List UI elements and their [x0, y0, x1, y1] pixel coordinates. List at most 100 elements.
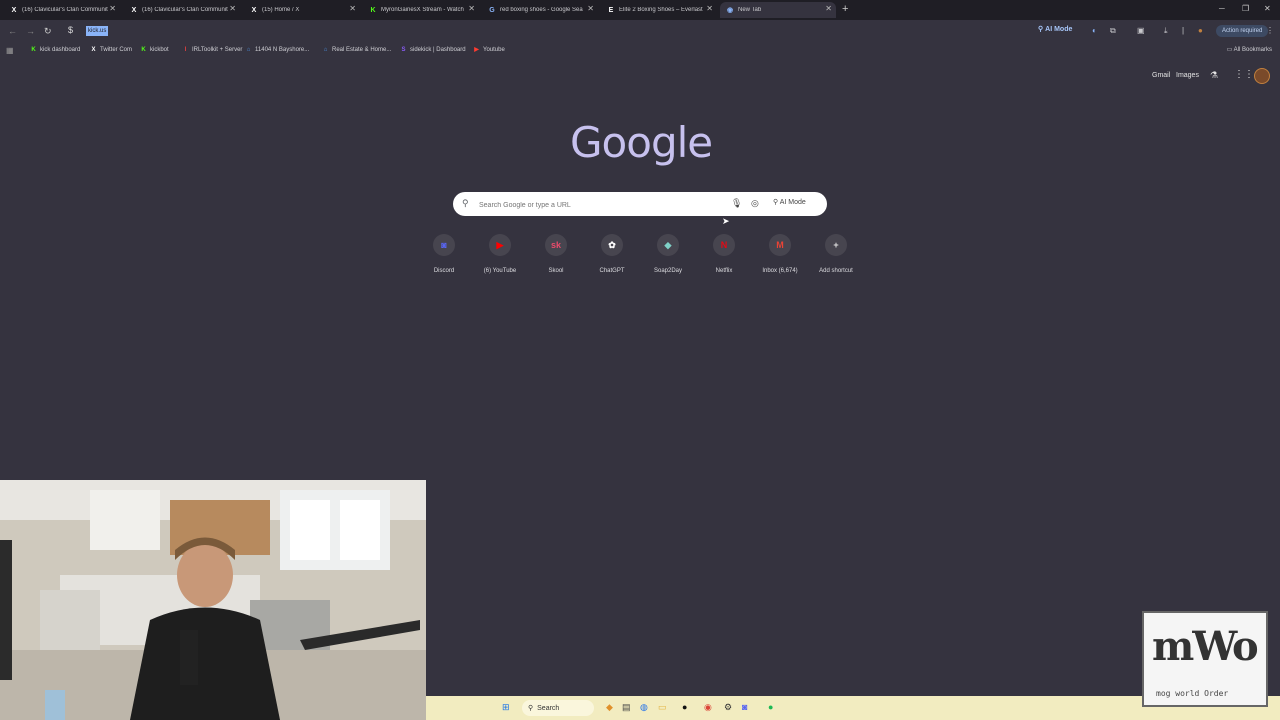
ai-mode-toolbar-label: AI Mode [1045, 25, 1073, 33]
shortcut-tile[interactable]: + Add shortcut [808, 234, 864, 274]
shortcut-icon: sk [545, 234, 567, 256]
widgets-icon[interactable]: ◆ [606, 702, 613, 713]
tab-title: (15) Home / X [262, 7, 300, 13]
labs-flask-icon[interactable]: ⚗ [1210, 70, 1218, 81]
ai-sparkle-icon: ⚲ [773, 199, 779, 206]
download-icon[interactable]: ⤓ [1164, 26, 1168, 36]
profile-avatar-icon[interactable]: ● [1198, 26, 1203, 35]
bookmark-label: Real Estate & Home... [332, 46, 392, 53]
shortcut-tile[interactable]: M Inbox (6,674) [752, 234, 808, 274]
ai-mode-label: AI Mode [779, 199, 806, 206]
back-icon[interactable]: ← [8, 26, 17, 36]
bookmark-favicon-icon: ▶ [474, 47, 479, 53]
bookmark-item[interactable]: ⌂ 11404 N Bayshore... [245, 46, 310, 53]
menu-kebab-icon[interactable]: ⋮ [1266, 26, 1274, 35]
shortcut-icon: + [825, 234, 847, 256]
tab-title: (16) Clavicular's Clan Communit [22, 7, 108, 13]
bookmark-item[interactable]: X Twitter Com [90, 46, 132, 53]
shortcut-tile[interactable]: ◆ Soap2Day [640, 234, 696, 274]
close-tab-icon[interactable]: ✕ [468, 4, 475, 13]
maximize-icon[interactable]: ❐ [1242, 4, 1249, 13]
ai-search-icon: ⚲ [1038, 26, 1044, 33]
extensions-icon[interactable]: ⧉ [1110, 26, 1116, 36]
bookmark-item[interactable]: Kkick dashboard [30, 46, 80, 53]
new-tab-button[interactable]: + [842, 3, 848, 15]
gemini-icon[interactable]: ◐ [1092, 26, 1097, 35]
bookmark-favicon-icon: S [401, 46, 406, 53]
edge-icon[interactable]: ◍ [640, 702, 648, 713]
bookmark-item[interactable]: Ssidekick | Dashboard [400, 46, 466, 53]
forward-icon[interactable]: → [26, 26, 35, 36]
close-tab-icon[interactable]: ✕ [349, 4, 356, 13]
close-tab-icon[interactable]: ✕ [825, 4, 832, 13]
action-required-button[interactable]: Action required [1216, 25, 1269, 37]
ai-mode-search-button[interactable]: ⚲ AI Mode [773, 198, 806, 206]
close-tab-icon[interactable]: ✕ [706, 4, 713, 13]
overlay-logo-caption: mog world Order [1156, 689, 1229, 698]
shortcut-tile[interactable]: sk Skool [528, 234, 584, 274]
images-link[interactable]: Images [1176, 72, 1199, 79]
task-view-icon[interactable]: ▤ [622, 702, 631, 713]
close-tab-icon[interactable]: ✕ [229, 4, 236, 13]
mouse-cursor-icon: ➤ [722, 216, 730, 226]
google-apps-icon[interactable]: ⋮⋮ [1234, 69, 1254, 80]
tab-2[interactable]: X (15) Home / X ✕ [244, 2, 360, 18]
browser-toolbar: ← → ↻ $ kick.us ⚲ AI Mode ◐ ⧉ ▣ ⤓ | ● Ac… [0, 20, 1280, 42]
bookmark-item[interactable]: ▶ Youtube [473, 46, 505, 54]
shortcut-icon: ▶ [489, 234, 511, 256]
side-panel-icon[interactable]: ▣ [1137, 26, 1145, 35]
stream-overlay-logo: mWo mog world Order [1142, 611, 1268, 707]
close-window-icon[interactable]: ✕ [1264, 4, 1271, 13]
webcam-scene-image [0, 480, 426, 720]
apps-grid-icon[interactable]: ▦ [6, 46, 14, 55]
taskbar-chrome-icon[interactable]: ◉ [704, 702, 712, 713]
bookmark-item[interactable]: Kkickbot [140, 46, 168, 53]
bookmark-item[interactable]: ⌂ Real Estate & Home... [322, 46, 392, 53]
settings-gear-icon[interactable]: ⚙ [724, 702, 732, 713]
all-bookmarks-button[interactable]: ▭ All Bookmarks [1227, 46, 1272, 53]
taskbar-search-icon: ⚲ [528, 705, 534, 712]
tab-title: Elite 2 Boxing Shoes – Everlast [619, 7, 703, 13]
shortcut-label: Add shortcut [819, 268, 853, 274]
bookmark-label: sidekick | Dashboard [410, 46, 466, 53]
file-explorer-icon[interactable]: ▭ [658, 702, 667, 713]
account-avatar[interactable] [1254, 68, 1270, 84]
minimize-icon[interactable]: ─ [1219, 4, 1225, 13]
shortcut-tile[interactable]: ◙ Discord [416, 234, 472, 274]
site-info-icon[interactable]: $ [68, 25, 73, 35]
tab-4[interactable]: Gred boxing shoes - Google Sea ✕ [482, 2, 598, 18]
overlay-logo-mark: mWo [1152, 623, 1259, 670]
tab-6[interactable]: ◉ New Tab ✕ [720, 2, 836, 18]
close-tab-icon[interactable]: ✕ [109, 4, 116, 13]
ai-mode-toolbar-button[interactable]: ⚲ AI Mode [1038, 25, 1073, 34]
windows-start-icon[interactable]: ⊞ [502, 702, 510, 713]
omnibox-selected-text[interactable]: kick.us [86, 26, 109, 36]
bookmark-favicon-icon: ⌂ [323, 46, 328, 53]
taskbar-search-label: Search [537, 704, 560, 712]
microphone-icon[interactable]: 🎙 [731, 198, 742, 209]
bookmark-favicon-icon: X [91, 46, 96, 53]
tab-1[interactable]: X (16) Clavicular's Clan Communit ✕ [124, 2, 240, 18]
tab-title: New Tab [738, 7, 762, 13]
shortcut-tile[interactable]: N Netflix [696, 234, 752, 274]
taskbar-search[interactable]: ⚲ Search [522, 700, 594, 716]
bookmark-item[interactable]: I IRLToolkit + Server [182, 46, 243, 53]
close-tab-icon[interactable]: ✕ [587, 4, 594, 13]
gmail-link[interactable]: Gmail [1152, 72, 1170, 79]
google-lens-icon[interactable]: ◎ [751, 198, 759, 209]
taskbar-discord-icon[interactable]: ◙ [742, 702, 747, 712]
shortcut-tile[interactable]: ✿ ChatGPT [584, 234, 640, 274]
tab-0[interactable]: X (16) Clavicular's Clan Communit ✕ [4, 2, 120, 18]
obs-icon[interactable]: ● [682, 702, 687, 712]
reload-icon[interactable]: ↻ [44, 26, 52, 37]
kick-icon: K [370, 6, 376, 14]
tab-5[interactable]: E Elite 2 Boxing Shoes – Everlast ✕ [601, 2, 717, 18]
spotify-icon[interactable]: ● [768, 702, 773, 712]
bookmark-favicon-icon: I [184, 46, 187, 53]
search-box[interactable]: ⚲ 🎙 ◎ ⚲ AI Mode [453, 192, 827, 216]
search-input[interactable] [477, 197, 711, 213]
bookmarks-bar: ▦ Kkick dashboard X Twitter Com Kkickbot I IR… [0, 42, 1280, 58]
tab-3[interactable]: K MyronGainesX Stream - Watch ✕ [363, 2, 479, 18]
profile-separator-icon: | [1182, 26, 1185, 35]
shortcut-tile[interactable]: ▶ (6) YouTube [472, 234, 528, 274]
